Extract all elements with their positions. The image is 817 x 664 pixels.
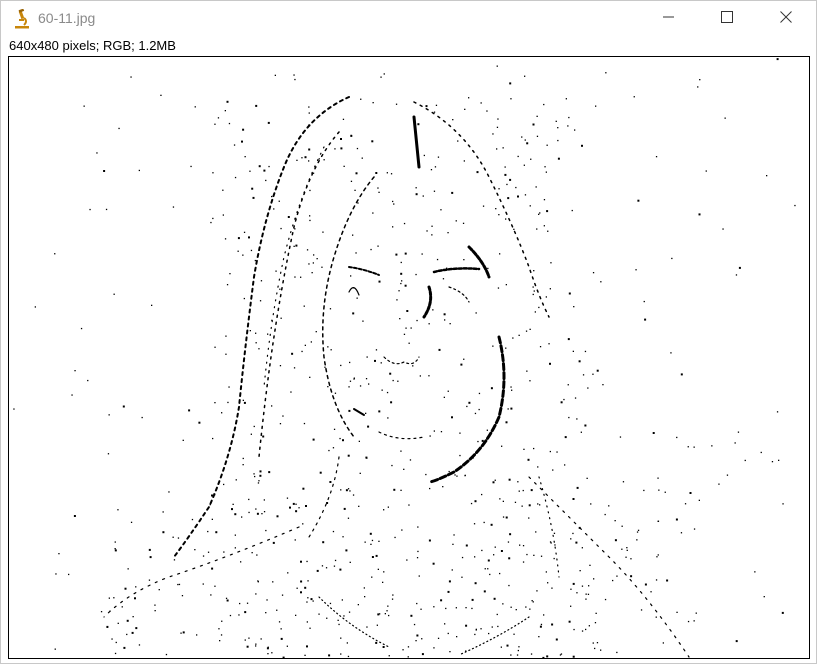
close-icon <box>780 10 792 28</box>
mouth <box>378 431 425 440</box>
hair-edge-right <box>413 101 550 318</box>
right-brow <box>432 267 481 274</box>
window-title: 60-11.jpg <box>38 10 96 26</box>
cheek-edge <box>467 245 491 279</box>
hair-edge-left-inner <box>258 131 340 458</box>
image-window: 60-11.jpg 640x480 pixels; RGB; 1.2MB <box>0 0 817 664</box>
minimize-button[interactable] <box>646 1 692 37</box>
maximize-button[interactable] <box>704 1 750 37</box>
left-eye <box>348 287 360 296</box>
shoulder-left <box>103 526 300 618</box>
image-info-label: 640x480 pixels; RGB; 1.2MB <box>9 38 176 53</box>
shoulder-right <box>528 476 690 658</box>
maximize-icon <box>721 10 733 28</box>
neck-left <box>308 456 340 538</box>
hair-strand-right <box>538 476 560 578</box>
microscope-icon <box>13 8 31 29</box>
right-eye <box>422 285 433 319</box>
right-eye-detail <box>448 286 470 303</box>
close-button[interactable] <box>763 1 809 37</box>
jaw-edge-right <box>427 335 506 484</box>
nose <box>383 356 420 365</box>
collar-left <box>318 596 390 648</box>
edge-detected-image <box>13 58 796 658</box>
chin-mark <box>353 408 365 416</box>
left-brow <box>348 266 380 276</box>
edge-noise <box>13 58 796 658</box>
minimize-icon <box>663 10 675 28</box>
image-canvas[interactable] <box>8 56 810 659</box>
collar-right <box>458 616 530 656</box>
face-edge-left <box>322 176 375 438</box>
hair-strand <box>263 146 325 388</box>
title-bar[interactable]: 60-11.jpg <box>1 1 816 37</box>
